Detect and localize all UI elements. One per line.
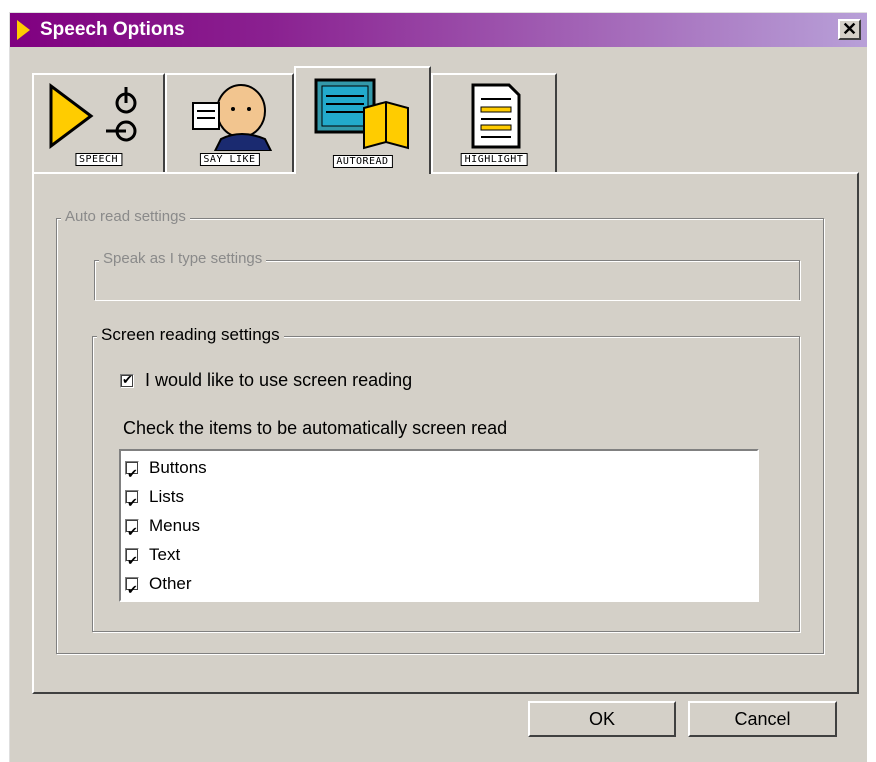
list-item-label: Buttons [149,458,207,477]
text-checkbox[interactable] [125,546,139,576]
list-item-label: Text [149,545,181,564]
screen-reading-label: Screen reading settings [97,325,284,345]
list-item-label: Menus [149,516,201,535]
buttons-checkbox[interactable] [125,459,139,489]
tab-autoread[interactable]: AUTOREAD [294,66,431,174]
tab-speech[interactable]: SPEECH [32,73,165,172]
close-button[interactable]: ✕ [838,19,861,40]
screen-read-items-list[interactable]: Buttons Lists Menus Text Other [119,449,759,605]
autoread-icon [314,78,409,150]
tab-say-like[interactable]: SAY LIKE [165,73,294,172]
cancel-button[interactable]: Cancel [688,701,837,737]
list-item-label: Lists [149,487,184,506]
say-like-icon [192,84,273,151]
tab-highlight-label: HIGHLIGHT [460,153,528,166]
app-icon [17,20,30,40]
speak-as-type-label: Speak as I type settings [99,250,267,267]
auto-read-settings-label: Auto read settings [61,208,190,225]
tab-say-like-label: SAY LIKE [199,153,260,166]
tab-highlight[interactable]: HIGHLIGHT [431,73,557,172]
use-screen-reading-label[interactable]: I would like to use screen reading [145,370,412,391]
menus-checkbox[interactable] [125,517,139,547]
other-checkbox[interactable] [125,575,139,605]
speech-options-dialog: Speech Options ✕ SPEECH SAY LIKE AUTOREA… [9,12,867,762]
speech-icon [49,83,137,149]
lists-checkbox[interactable] [125,488,139,518]
use-screen-reading-checkbox[interactable] [120,372,134,388]
title-bar: Speech Options ✕ [10,13,867,47]
tab-autoread-label: AUTOREAD [332,155,393,168]
highlight-icon [471,83,521,149]
window-title: Speech Options [40,19,185,40]
tab-speech-label: SPEECH [74,153,123,166]
items-prompt: Check the items to be automatically scre… [123,418,508,438]
ok-button[interactable]: OK [528,701,676,737]
list-item-label: Other [149,574,192,593]
speak-as-type-group: Speak as I type settings [94,250,800,300]
